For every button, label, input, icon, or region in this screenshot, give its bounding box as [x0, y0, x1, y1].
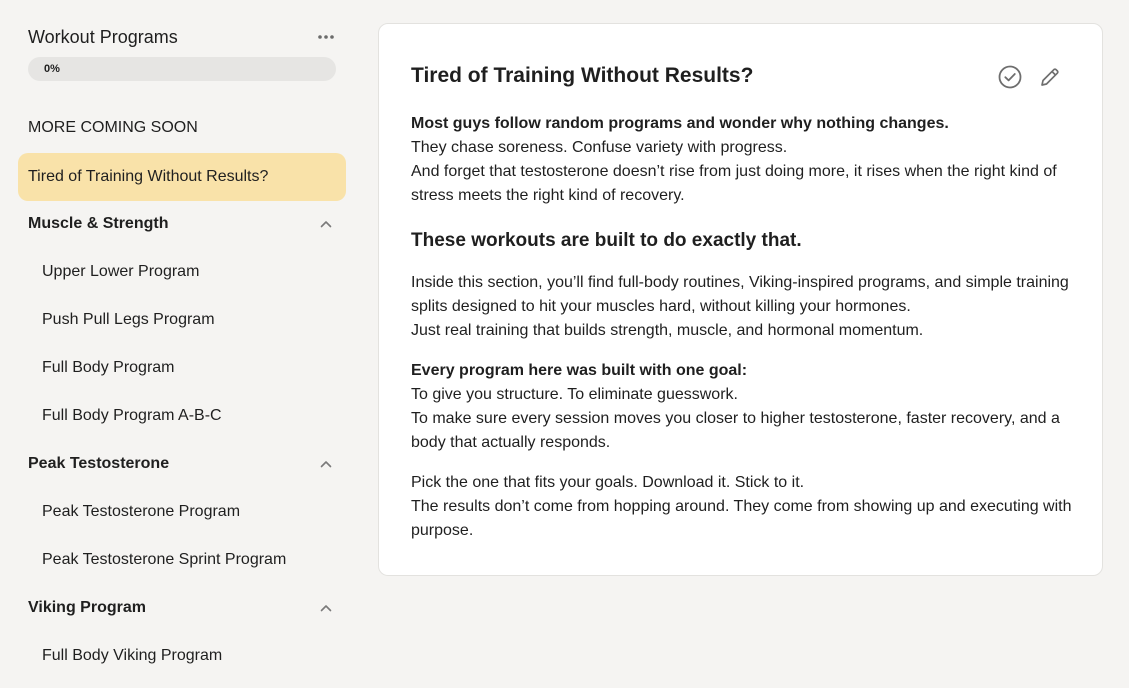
group-title: Peak Testosterone: [28, 455, 170, 472]
inside-line-2: Just real training that builds strength,…: [411, 322, 924, 339]
edit-button[interactable]: [1037, 64, 1063, 90]
group-header-viking-program[interactable]: Viking Program: [28, 596, 336, 620]
lesson-tired-of-training[interactable]: Tired of Training Without Results?: [18, 153, 346, 201]
lesson-upper-lower[interactable]: Upper Lower Program: [42, 260, 199, 284]
group-header-peak-testosterone[interactable]: Peak Testosterone: [28, 452, 336, 476]
paragraph-goal: Every program here was built with one go…: [411, 359, 1075, 455]
course-title: Workout Programs: [28, 27, 178, 47]
group-title: Viking Program: [28, 599, 146, 616]
progress-bar: 0%: [28, 57, 336, 81]
sidebar: Workout Programs 0% MORE COMING SOON Tir…: [0, 0, 364, 688]
lesson-title: Tired of Training Without Results?: [411, 64, 754, 87]
paragraph-inside: Inside this section, you’ll find full-bo…: [411, 271, 1075, 343]
pick-line-2: The results don’t come from hopping arou…: [411, 498, 1072, 539]
paragraph-intro: Most guys follow random programs and won…: [411, 112, 1075, 208]
intro-line-3: And forget that testosterone doesn’t ris…: [411, 163, 1057, 204]
check-circle-icon: [998, 65, 1022, 89]
lesson-full-body-abc[interactable]: Full Body Program A-B-C: [42, 404, 222, 428]
lesson-peak-testosterone-sprint[interactable]: Peak Testosterone Sprint Program: [42, 548, 286, 572]
intro-line-2: They chase soreness. Confuse variety wit…: [411, 139, 788, 156]
chevron-up-icon: [320, 221, 332, 228]
section-more-coming-soon[interactable]: MORE COMING SOON: [28, 116, 198, 140]
pencil-icon: [1041, 68, 1059, 86]
lesson-content-card: Tired of Training Without Results? Most …: [378, 23, 1103, 576]
goal-bold: Every program here was built with one go…: [411, 362, 748, 379]
more-options-button[interactable]: [316, 26, 336, 48]
group-title: Muscle & Strength: [28, 215, 169, 232]
lesson-full-body[interactable]: Full Body Program: [42, 356, 175, 380]
paragraph-pick: Pick the one that fits your goals. Downl…: [411, 471, 1075, 543]
chevron-up-icon: [320, 605, 332, 612]
lesson-push-pull-legs[interactable]: Push Pull Legs Program: [42, 308, 215, 332]
progress-label: 0%: [44, 63, 60, 75]
course-header: Workout Programs: [28, 26, 338, 48]
mark-complete-button[interactable]: [997, 64, 1023, 90]
chevron-up-icon: [320, 461, 332, 468]
lesson-peak-testosterone[interactable]: Peak Testosterone Program: [42, 500, 240, 524]
intro-bold: Most guys follow random programs and won…: [411, 115, 949, 132]
group-header-muscle-strength[interactable]: Muscle & Strength: [28, 212, 336, 236]
goal-line-3: To make sure every session moves you clo…: [411, 410, 1060, 451]
section-subheading: These workouts are built to do exactly t…: [411, 230, 802, 251]
more-horizontal-icon: [318, 35, 334, 39]
goal-line-2: To give you structure. To eliminate gues…: [411, 386, 738, 403]
inside-line-1: Inside this section, you’ll find full-bo…: [411, 274, 1069, 315]
lesson-full-body-viking[interactable]: Full Body Viking Program: [42, 644, 222, 668]
pick-line-1: Pick the one that fits your goals. Downl…: [411, 474, 805, 491]
